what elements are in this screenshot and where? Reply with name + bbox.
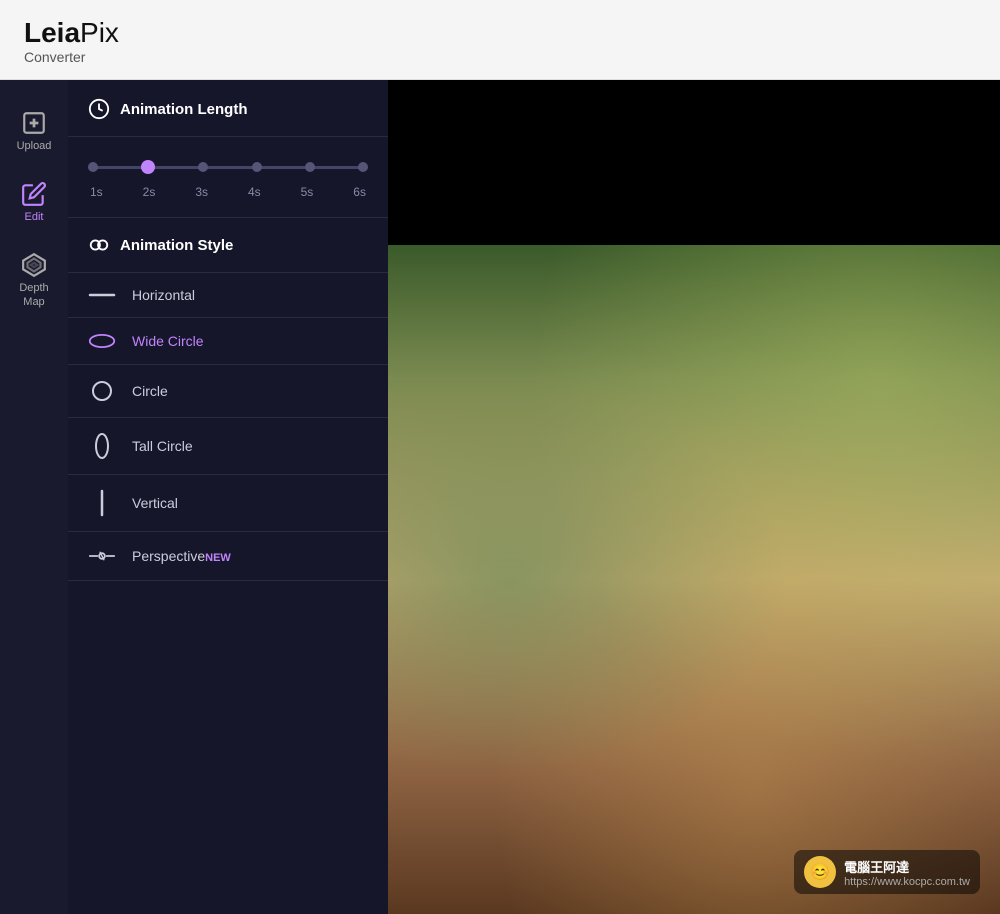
wide-circle-icon: [88, 332, 116, 350]
slider-dot-3s[interactable]: [198, 162, 208, 172]
watermark-icon: 😊: [804, 856, 836, 888]
new-badge: NEW: [205, 552, 231, 564]
slider-label-2s: 2s: [143, 185, 156, 199]
slider-label-6s: 6s: [353, 185, 366, 199]
watermark-url: https://www.kocpc.com.tw: [844, 876, 970, 888]
style-item-wide-circle[interactable]: Wide Circle: [68, 318, 388, 365]
logo: LeiaPix Converter: [24, 18, 119, 65]
slider-dots: [88, 166, 368, 169]
slider-label-1s: 1s: [90, 185, 103, 199]
depth-map-icon: [21, 252, 47, 278]
slider-label-3s: 3s: [195, 185, 208, 199]
icon-sidebar: Upload Edit DepthMap: [0, 80, 68, 914]
slider-label-4s: 4s: [248, 185, 261, 199]
style-item-perspective[interactable]: PerspectiveNEW: [68, 532, 388, 581]
edit-icon: [21, 181, 47, 207]
panel: Animation Length 1s 2s: [68, 80, 388, 914]
slider-labels: 1s 2s 3s 4s 5s 6s: [88, 185, 368, 199]
style-item-horizontal[interactable]: Horizontal: [68, 273, 388, 318]
main-area: Upload Edit DepthMap: [0, 80, 1000, 914]
slider-label-5s: 5s: [301, 185, 314, 199]
bg-scene: [388, 245, 1000, 914]
content-top-black: [388, 80, 1000, 245]
slider-dot-4s[interactable]: [252, 162, 262, 172]
tall-circle-label: Tall Circle: [132, 438, 193, 454]
logo-light: Pix: [80, 17, 119, 48]
edit-label: Edit: [25, 211, 44, 224]
animation-style-icon: [88, 234, 110, 256]
upload-label: Upload: [17, 140, 52, 153]
wide-circle-label: Wide Circle: [132, 333, 204, 349]
vertical-label: Vertical: [132, 495, 178, 511]
animation-length-icon: [88, 98, 110, 120]
watermark-info: 電腦王阿達 https://www.kocpc.com.tw: [844, 857, 970, 888]
style-item-tall-circle[interactable]: Tall Circle: [68, 418, 388, 475]
style-item-circle[interactable]: Circle: [68, 365, 388, 418]
slider-dot-5s[interactable]: [305, 162, 315, 172]
content-image: 😊 電腦王阿達 https://www.kocpc.com.tw: [388, 245, 1000, 914]
content-area: 😊 電腦王阿達 https://www.kocpc.com.tw: [388, 80, 1000, 914]
slider-dot-6s[interactable]: [358, 162, 368, 172]
sidebar-item-upload[interactable]: Upload: [0, 96, 68, 167]
circle-label: Circle: [132, 383, 168, 399]
depth-map-label: DepthMap: [19, 282, 48, 308]
sidebar-item-depth-map[interactable]: DepthMap: [0, 238, 68, 322]
perspective-label: PerspectiveNEW: [132, 548, 231, 564]
logo-bold: Leia: [24, 17, 80, 48]
logo-subtitle: Converter: [24, 49, 119, 65]
slider-dot-1s[interactable]: [88, 162, 98, 172]
horizontal-label: Horizontal: [132, 287, 195, 303]
slider-section: 1s 2s 3s 4s 5s 6s: [68, 137, 388, 218]
vertical-icon: [88, 489, 116, 517]
horizontal-icon: [88, 289, 116, 301]
watermark-site-name: 電腦王阿達: [844, 857, 970, 876]
tall-circle-icon: [88, 432, 116, 460]
animation-length-title: Animation Length: [120, 101, 248, 118]
sidebar-item-edit[interactable]: Edit: [0, 167, 68, 238]
watermark-overlay: 😊 電腦王阿達 https://www.kocpc.com.tw: [794, 850, 980, 894]
animation-style-title: Animation Style: [120, 237, 233, 254]
perspective-icon: [88, 546, 116, 566]
animation-length-header: Animation Length: [68, 80, 388, 137]
slider-track: [88, 166, 368, 169]
circle-icon: [88, 379, 116, 403]
slider-track-container[interactable]: [88, 157, 368, 177]
slider-dot-2s[interactable]: [141, 160, 155, 174]
top-bar: LeiaPix Converter: [0, 0, 1000, 80]
style-item-vertical[interactable]: Vertical: [68, 475, 388, 532]
logo-title: LeiaPix: [24, 18, 119, 49]
animation-style-header: Animation Style: [68, 218, 388, 273]
upload-icon: [21, 110, 47, 136]
